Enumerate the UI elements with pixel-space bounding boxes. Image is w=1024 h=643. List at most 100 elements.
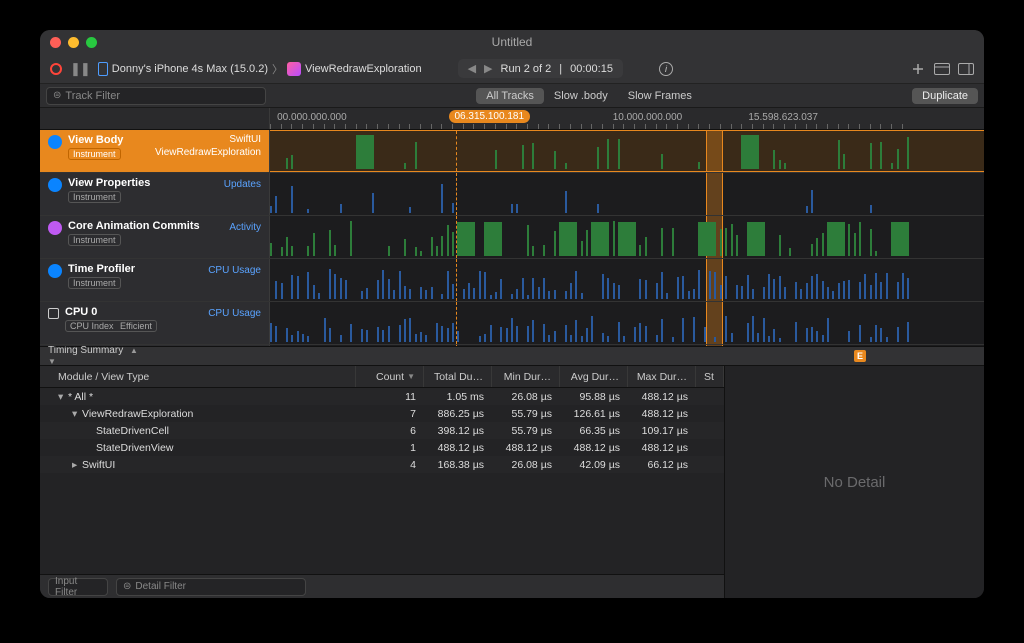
duplicate-button[interactable]: Duplicate xyxy=(912,88,978,104)
detail-filter[interactable]: ⊜ Detail Filter xyxy=(116,578,306,596)
track-row[interactable]: CPU 1 xyxy=(40,345,984,346)
close-icon[interactable] xyxy=(50,37,61,48)
track-graph[interactable] xyxy=(270,216,984,258)
summary-mode-button[interactable]: Timing Summary ▲▼ xyxy=(48,345,138,367)
track-filter-input[interactable]: ⊜ Track Filter xyxy=(46,87,266,105)
th-st[interactable]: St xyxy=(696,366,724,387)
track-row[interactable]: Time ProfilerInstrumentCPU Usage xyxy=(40,259,984,302)
panels-icon[interactable] xyxy=(958,61,974,77)
cell-max: 66.12 µs xyxy=(628,459,696,471)
playhead-marker[interactable]: 06.315.100.181 xyxy=(449,110,531,123)
th-avg[interactable]: Avg Dur… xyxy=(560,366,628,387)
instrument-badge: Instrument xyxy=(68,148,121,160)
target-breadcrumb[interactable]: Donny's iPhone 4s Max (15.0.2) 〉 ViewRed… xyxy=(98,61,422,77)
tab-all-tracks[interactable]: All Tracks xyxy=(476,88,544,104)
prev-run-button[interactable]: ◀ xyxy=(468,62,476,75)
instrument-badge: Instrument xyxy=(68,191,121,203)
track-graph[interactable] xyxy=(270,130,984,172)
track-graph[interactable] xyxy=(270,302,984,344)
track-head[interactable]: CPU 0CPU Index EfficientCPU Usage xyxy=(40,302,270,344)
run-label: Run 2 of 2 xyxy=(501,63,552,75)
th-min[interactable]: Min Dur… xyxy=(492,366,560,387)
track-row[interactable]: View PropertiesInstrumentUpdates xyxy=(40,173,984,216)
input-filter[interactable]: Input Filter xyxy=(48,578,108,596)
add-button[interactable] xyxy=(910,61,926,77)
table-row[interactable]: ▾ViewRedrawExploration7886.25 µs55.79 µs… xyxy=(40,405,724,422)
cell-avg: 95.88 µs xyxy=(560,391,628,403)
track-subtitle: SwiftUIViewRedrawExploration xyxy=(155,134,261,158)
cell-count: 11 xyxy=(356,391,424,403)
cell-avg: 66.35 µs xyxy=(560,425,628,437)
track-row[interactable]: CPU 0CPU Index EfficientCPU Usage xyxy=(40,302,984,345)
th-module[interactable]: Module / View Type xyxy=(40,366,356,387)
track-head[interactable]: Time ProfilerInstrumentCPU Usage xyxy=(40,259,270,301)
cell-count: 4 xyxy=(356,459,424,471)
track-head[interactable]: View PropertiesInstrumentUpdates xyxy=(40,173,270,215)
track-graph[interactable] xyxy=(270,259,984,301)
table-row[interactable]: StateDrivenView1488.12 µs488.12 µs488.12… xyxy=(40,439,724,456)
extended-detail-badge[interactable]: E xyxy=(854,350,866,362)
track-subtitle: Updates xyxy=(224,177,261,190)
sort-desc-icon: ▼ xyxy=(407,372,415,381)
th-max[interactable]: Max Dur… xyxy=(628,366,696,387)
zoom-icon[interactable] xyxy=(86,37,97,48)
track-row[interactable]: View BodyInstrumentSwiftUIViewRedrawExpl… xyxy=(40,130,984,173)
track-graph[interactable] xyxy=(270,345,984,346)
track-head[interactable]: CPU 1 xyxy=(40,345,270,346)
track-head[interactable]: Core Animation CommitsInstrumentActivity xyxy=(40,216,270,258)
tab-slow-frames[interactable]: Slow Frames xyxy=(618,88,702,104)
disclosure-icon[interactable]: ▸ xyxy=(72,459,80,471)
cell-max: 488.12 µs xyxy=(628,391,696,403)
cell-max: 488.12 µs xyxy=(628,408,696,420)
cell-min: 55.79 µs xyxy=(492,425,560,437)
no-detail-panel: No Detail xyxy=(724,366,984,598)
summary-table: Module / View Type Count▼ Total Du… Min … xyxy=(40,366,724,598)
bottom-bar: Input Filter ⊜ Detail Filter xyxy=(40,574,724,598)
record-button[interactable] xyxy=(50,63,62,75)
cell-max: 488.12 µs xyxy=(628,442,696,454)
ruler-mark: 15.598.623.037 xyxy=(748,112,818,123)
th-total[interactable]: Total Du… xyxy=(424,366,492,387)
device-name: Donny's iPhone 4s Max (15.0.2) xyxy=(112,63,268,75)
table-row[interactable]: ▾* All *111.05 ms26.08 µs95.88 µs488.12 … xyxy=(40,388,724,405)
table-body[interactable]: ▾* All *111.05 ms26.08 µs95.88 µs488.12 … xyxy=(40,388,724,574)
cell-min: 26.08 µs xyxy=(492,391,560,403)
th-count[interactable]: Count▼ xyxy=(356,366,424,387)
track-graph[interactable] xyxy=(270,173,984,215)
disclosure-icon[interactable]: ▾ xyxy=(72,408,80,420)
table-header: Module / View Type Count▼ Total Du… Min … xyxy=(40,366,724,388)
next-run-button[interactable]: ▶ xyxy=(484,62,492,75)
cell-total: 398.12 µs xyxy=(424,425,492,437)
cell-total: 488.12 µs xyxy=(424,442,492,454)
traffic-lights xyxy=(50,37,97,48)
window-title: Untitled xyxy=(40,35,984,49)
cell-total: 886.25 µs xyxy=(424,408,492,420)
track-row[interactable]: Core Animation CommitsInstrumentActivity xyxy=(40,216,984,259)
cell-count: 6 xyxy=(356,425,424,437)
cell-avg: 488.12 µs xyxy=(560,442,628,454)
track-subtitle: Activity xyxy=(229,220,261,233)
disclosure-icon[interactable]: ▾ xyxy=(58,391,66,403)
toolbar: ❚❚ Donny's iPhone 4s Max (15.0.2) 〉 View… xyxy=(40,54,984,84)
ruler-mark: 00.000.000.000 xyxy=(277,112,347,123)
table-row[interactable]: ▸SwiftUI4168.38 µs26.08 µs42.09 µs66.12 … xyxy=(40,456,724,473)
minimize-icon[interactable] xyxy=(68,37,79,48)
track-subtitle: CPU Usage xyxy=(208,263,261,276)
cell-min: 26.08 µs xyxy=(492,459,560,471)
time-ruler[interactable]: 00.000.000.000 10.000.000.000 15.598.623.0… xyxy=(40,108,984,130)
detail-area: Module / View Type Count▼ Total Du… Min … xyxy=(40,366,984,598)
track-head[interactable]: View BodyInstrumentSwiftUIViewRedrawExpl… xyxy=(40,130,270,172)
table-row[interactable]: StateDrivenCell6398.12 µs55.79 µs66.35 µ… xyxy=(40,422,724,439)
track-subtitle: CPU Usage xyxy=(208,306,261,319)
info-icon[interactable]: i xyxy=(659,62,673,76)
ruler-mark: 10.000.000.000 xyxy=(613,112,683,123)
pause-button[interactable]: ❚❚ xyxy=(70,61,90,77)
run-time: 00:00:15 xyxy=(570,63,613,75)
run-selector[interactable]: ◀ ▶ Run 2 of 2 | 00:00:15 xyxy=(458,59,623,78)
cell-total: 168.38 µs xyxy=(424,459,492,471)
tab-slow-body[interactable]: Slow .body xyxy=(544,88,618,104)
app-icon xyxy=(287,62,301,76)
library-icon[interactable] xyxy=(934,61,950,77)
tracks-container: View BodyInstrumentSwiftUIViewRedrawExpl… xyxy=(40,130,984,346)
titlebar: Untitled xyxy=(40,30,984,54)
